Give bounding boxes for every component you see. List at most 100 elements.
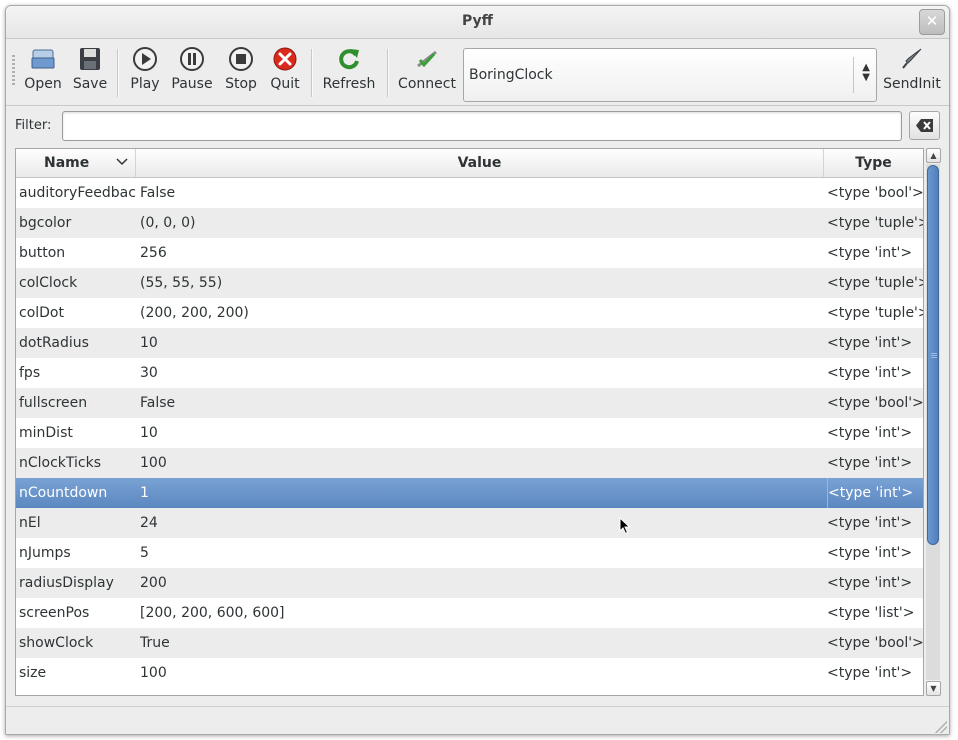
table-row-selected[interactable]: nCountdown 1 <type 'int'> [16, 478, 923, 508]
clear-icon [910, 119, 939, 143]
table-row[interactable]: dotRadius 10 <type 'int'> [16, 328, 923, 358]
rocket-icon [899, 46, 925, 72]
save-label: Save [72, 76, 108, 92]
cell-type: <type 'int'> [827, 365, 913, 381]
cell-value[interactable]: 10 [140, 328, 820, 358]
cell-name: colDot [19, 305, 64, 321]
column-header-name[interactable]: Name [16, 149, 136, 177]
table-row[interactable]: bgcolor (0, 0, 0) <type 'tuple'> [16, 208, 923, 238]
table-row[interactable]: size 100 <type 'int'> [16, 658, 923, 688]
table-row[interactable]: screenPos [200, 200, 600, 600] <type 'list… [16, 598, 923, 628]
cell-value[interactable]: 24 [140, 508, 820, 538]
cell-value[interactable]: 1 [140, 478, 820, 508]
stop-button[interactable]: Stop [219, 43, 263, 101]
scroll-thumb[interactable] [927, 165, 939, 545]
combo-divider [853, 57, 854, 93]
title-bar: Pyff ✕ [6, 6, 949, 39]
vertical-scrollbar[interactable]: ▲ ▼ [926, 148, 941, 696]
cell-name: fps [19, 365, 41, 381]
open-button[interactable]: Open [21, 43, 65, 101]
scroll-track[interactable] [926, 164, 940, 680]
cell-value[interactable]: 200 [140, 568, 820, 598]
table-row[interactable]: fullscreen False <type 'bool'> [16, 388, 923, 418]
refresh-button[interactable]: Refresh [319, 43, 379, 101]
cell-name: radiusDisplay [19, 575, 114, 591]
connect-label: Connect [398, 76, 456, 92]
cell-type: <type 'int'> [827, 665, 913, 681]
filter-label: Filter: [15, 118, 52, 133]
cell-name: nEl [19, 515, 41, 531]
cell-value[interactable]: 5 [140, 538, 820, 568]
table-row[interactable]: auditoryFeedback False <type 'bool'> [16, 178, 923, 208]
quit-icon [272, 46, 298, 72]
cell-value[interactable]: (0, 0, 0) [140, 208, 820, 238]
cell-name: nJumps [19, 545, 71, 561]
scroll-down-icon[interactable]: ▼ [926, 681, 941, 696]
cell-name: nClockTicks [19, 455, 102, 471]
stop-label: Stop [225, 76, 257, 92]
table-row[interactable]: minDist 10 <type 'int'> [16, 418, 923, 448]
connect-button[interactable]: Connect [397, 43, 457, 101]
cell-name: button [19, 245, 66, 261]
table-row[interactable]: nJumps 5 <type 'int'> [16, 538, 923, 568]
toolbar-grip[interactable] [12, 55, 15, 87]
clear-filter-button[interactable] [909, 111, 940, 140]
cell-name: colClock [19, 275, 78, 291]
cell-value[interactable]: (55, 55, 55) [140, 268, 820, 298]
cell-type: <type 'bool'> [827, 635, 923, 651]
cell-type: <type 'int'> [827, 335, 913, 351]
refresh-icon [336, 46, 362, 72]
cell-name: showClock [19, 635, 94, 651]
table-row[interactable]: nClockTicks 100 <type 'int'> [16, 448, 923, 478]
refresh-label: Refresh [322, 76, 376, 92]
cell-value[interactable]: (200, 200, 200) [140, 298, 820, 328]
play-icon [132, 46, 158, 72]
pause-label: Pause [171, 76, 213, 92]
table-row[interactable]: colDot (200, 200, 200) <type 'tuple'> [16, 298, 923, 328]
cell-type: <type 'int'> [827, 515, 913, 531]
column-header-value[interactable]: Value [136, 149, 824, 177]
cell-value[interactable]: [200, 200, 600, 600] [140, 598, 820, 628]
cell-value[interactable]: 10 [140, 418, 820, 448]
play-button[interactable]: Play [123, 43, 167, 101]
table-rows: auditoryFeedback False <type 'bool'> bgcol… [16, 178, 923, 688]
feedback-select[interactable]: BoringClock ▲ ▼ [463, 48, 877, 102]
pause-button[interactable]: Pause [170, 43, 214, 101]
save-button[interactable]: Save [68, 43, 112, 101]
table-row[interactable]: nEl 24 <type 'int'> [16, 508, 923, 538]
cell-value[interactable]: 100 [140, 448, 820, 478]
cell-name: auditoryFeedback [19, 185, 137, 201]
open-icon [30, 46, 56, 72]
status-bar [6, 706, 949, 734]
scroll-up-icon[interactable]: ▲ [926, 148, 941, 163]
sendinit-button[interactable]: SendInit [882, 43, 942, 101]
cell-value[interactable]: 30 [140, 358, 820, 388]
table-row[interactable]: fps 30 <type 'int'> [16, 358, 923, 388]
filter-input[interactable] [62, 111, 902, 141]
cell-type: <type 'int'> [827, 455, 913, 471]
cell-value[interactable]: False [140, 388, 820, 418]
cell-type: <type 'int'> [827, 245, 913, 261]
cell-value[interactable]: False [140, 178, 820, 208]
cell-value[interactable]: 100 [140, 658, 820, 688]
table-row[interactable]: colClock (55, 55, 55) <type 'tuple'> [16, 268, 923, 298]
connect-icon [414, 46, 440, 72]
resize-grip[interactable] [935, 721, 947, 733]
table-row[interactable]: showClock True <type 'bool'> [16, 628, 923, 658]
cell-value[interactable]: 256 [140, 238, 820, 268]
cell-name: nCountdown [19, 485, 108, 501]
feedback-select-value: BoringClock [469, 67, 553, 83]
cell-value[interactable]: True [140, 628, 820, 658]
column-type-label: Type [855, 155, 892, 171]
table-row[interactable]: button 256 <type 'int'> [16, 238, 923, 268]
toolbar: Open Save Play Pause Stop Quit Refresh C… [6, 39, 949, 106]
toolbar-separator [387, 49, 389, 97]
column-header-type[interactable]: Type [824, 149, 923, 177]
cell-name: dotRadius [19, 335, 89, 351]
cell-type: <type 'bool'> [827, 395, 923, 411]
cell-name: bgcolor [19, 215, 72, 231]
close-button[interactable]: ✕ [919, 9, 945, 35]
quit-button[interactable]: Quit [265, 43, 305, 101]
sendinit-label: SendInit [883, 76, 941, 92]
table-row[interactable]: radiusDisplay 200 <type 'int'> [16, 568, 923, 598]
